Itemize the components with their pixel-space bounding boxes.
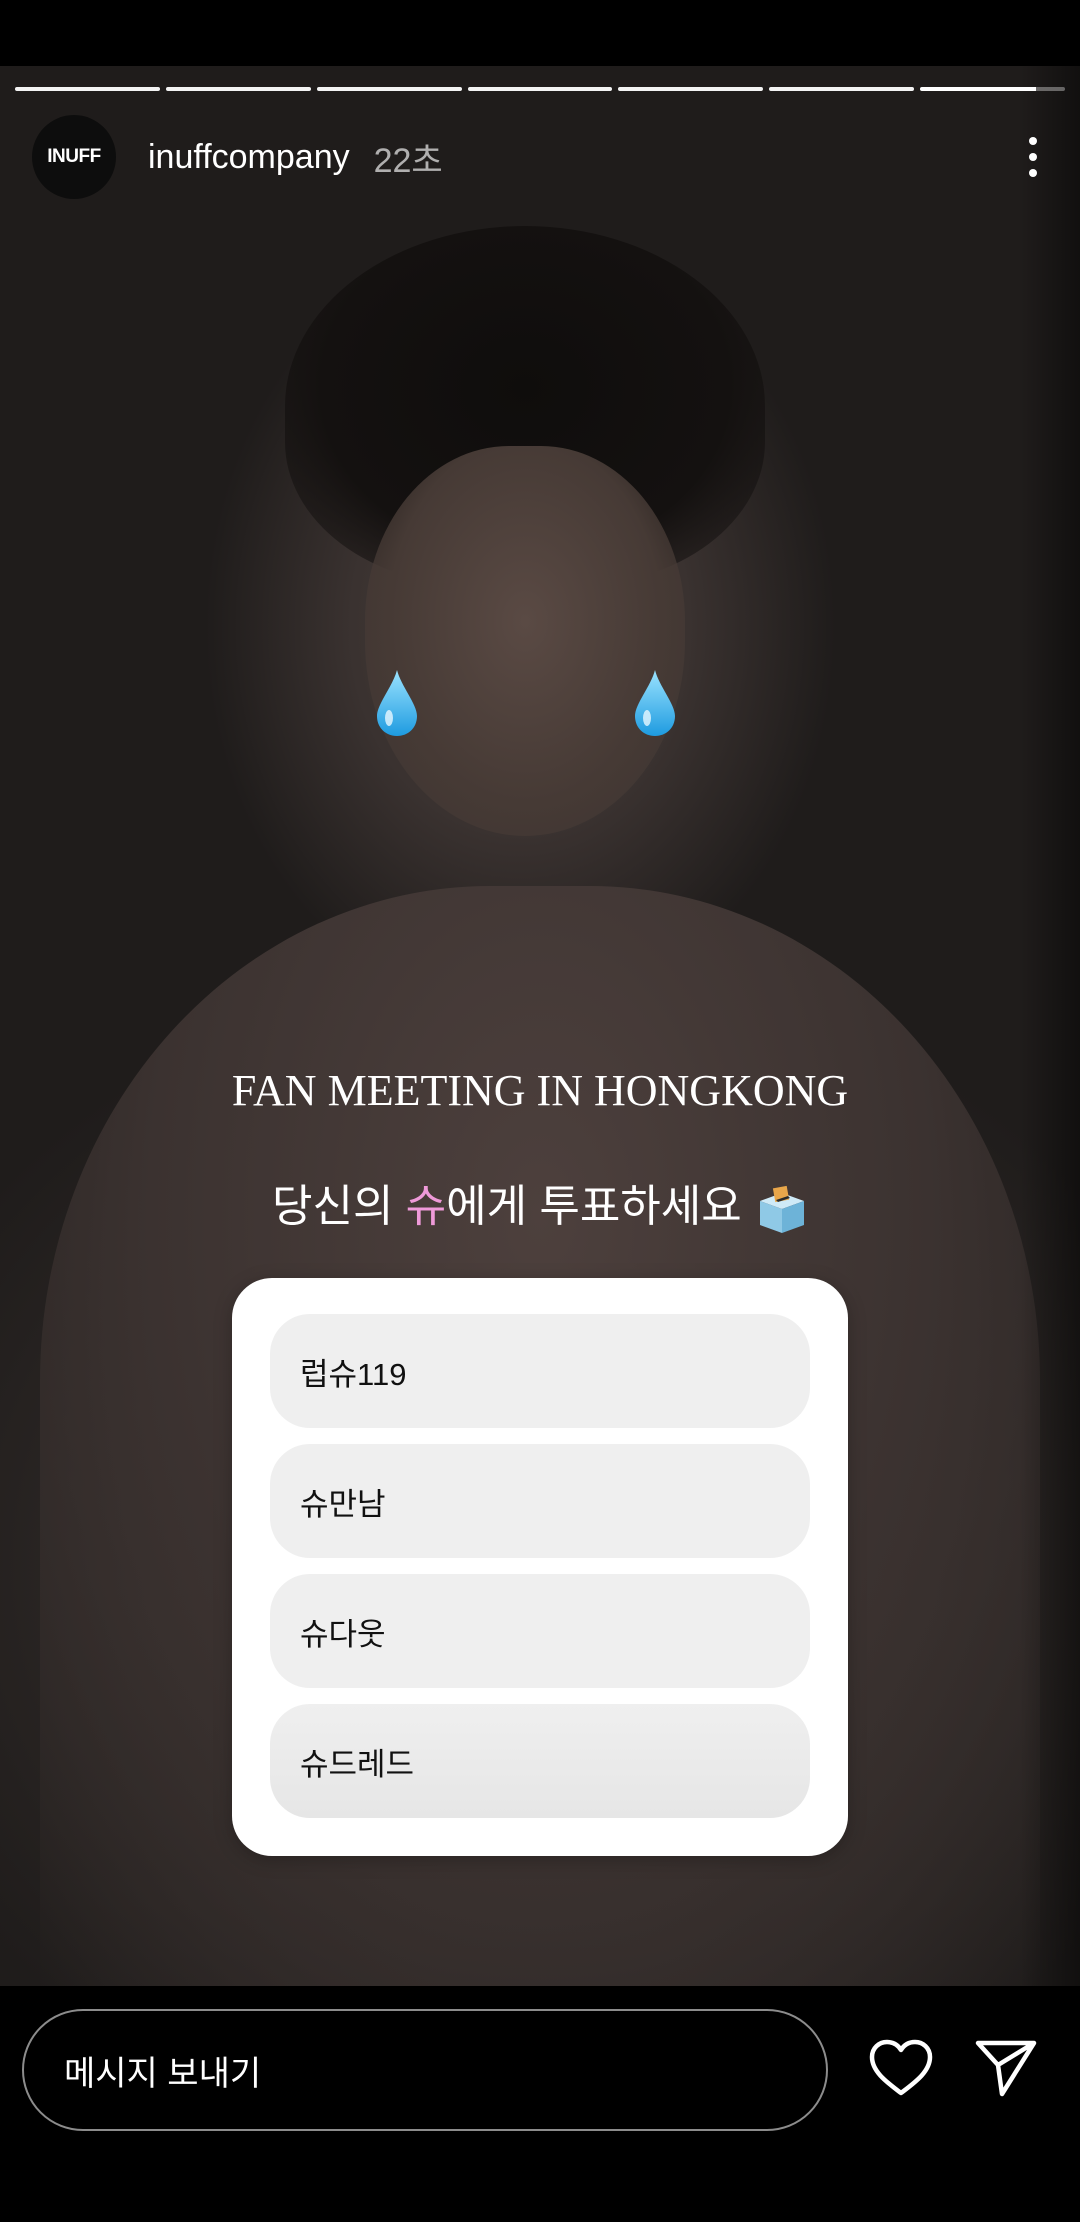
poll-option-label: 슈드레드: [300, 1746, 415, 1782]
heart-icon[interactable]: [868, 2038, 934, 2098]
poll-option[interactable]: 슈드레드: [270, 1704, 810, 1818]
message-placeholder: 메시지 보내기: [64, 2054, 262, 2093]
progress-segment: [618, 87, 764, 91]
progress-segment: [316, 87, 462, 91]
subtitle-highlight: 슈: [405, 1182, 447, 1231]
more-dot-icon: [1029, 153, 1037, 161]
story-photo-face: [365, 446, 685, 836]
poll-option[interactable]: 슈다웃: [270, 1574, 810, 1688]
send-icon[interactable]: [974, 2038, 1038, 2098]
water-drop-icon: [635, 670, 675, 736]
story-photo-edge-shade: [1020, 66, 1080, 1986]
story-header: INUFF inuffcompany 22초: [32, 115, 1048, 199]
more-dot-icon: [1029, 169, 1037, 177]
poll-option[interactable]: 럽슈119: [270, 1314, 810, 1428]
more-dot-icon: [1029, 137, 1037, 145]
progress-segment: [769, 87, 915, 91]
more-options-button[interactable]: [1018, 127, 1048, 187]
progress-segment-current: [920, 87, 1066, 91]
progress-segment: [467, 87, 613, 91]
subtitle-text: 당신의: [272, 1182, 406, 1231]
bottom-bar: 메시지 보내기: [0, 1986, 1080, 2222]
water-drop-icon: [377, 670, 417, 736]
username[interactable]: inuffcompany: [148, 138, 350, 177]
message-input[interactable]: 메시지 보내기: [22, 2009, 828, 2131]
story-title: FAN MEETING IN HONGKONG: [231, 1066, 849, 1115]
progress-segment: [15, 87, 160, 91]
ballot-box-icon: [759, 1186, 804, 1234]
story-subtitle: 당신의 슈에게 투표하세요: [0, 1170, 1080, 1235]
story-progress-bar: [15, 87, 1066, 91]
poll-sticker: 럽슈119 슈만남 슈다웃 슈드레드: [232, 1278, 848, 1856]
avatar[interactable]: INUFF: [32, 115, 116, 199]
post-time: 22초: [373, 141, 443, 180]
poll-option-label: 럽슈119: [300, 1356, 407, 1392]
poll-option-label: 슈만남: [300, 1486, 386, 1522]
poll-option-label: 슈다웃: [300, 1616, 386, 1652]
progress-segment: [165, 87, 311, 91]
subtitle-text: 에게 투표하세요: [446, 1182, 742, 1231]
poll-option[interactable]: 슈만남: [270, 1444, 810, 1558]
